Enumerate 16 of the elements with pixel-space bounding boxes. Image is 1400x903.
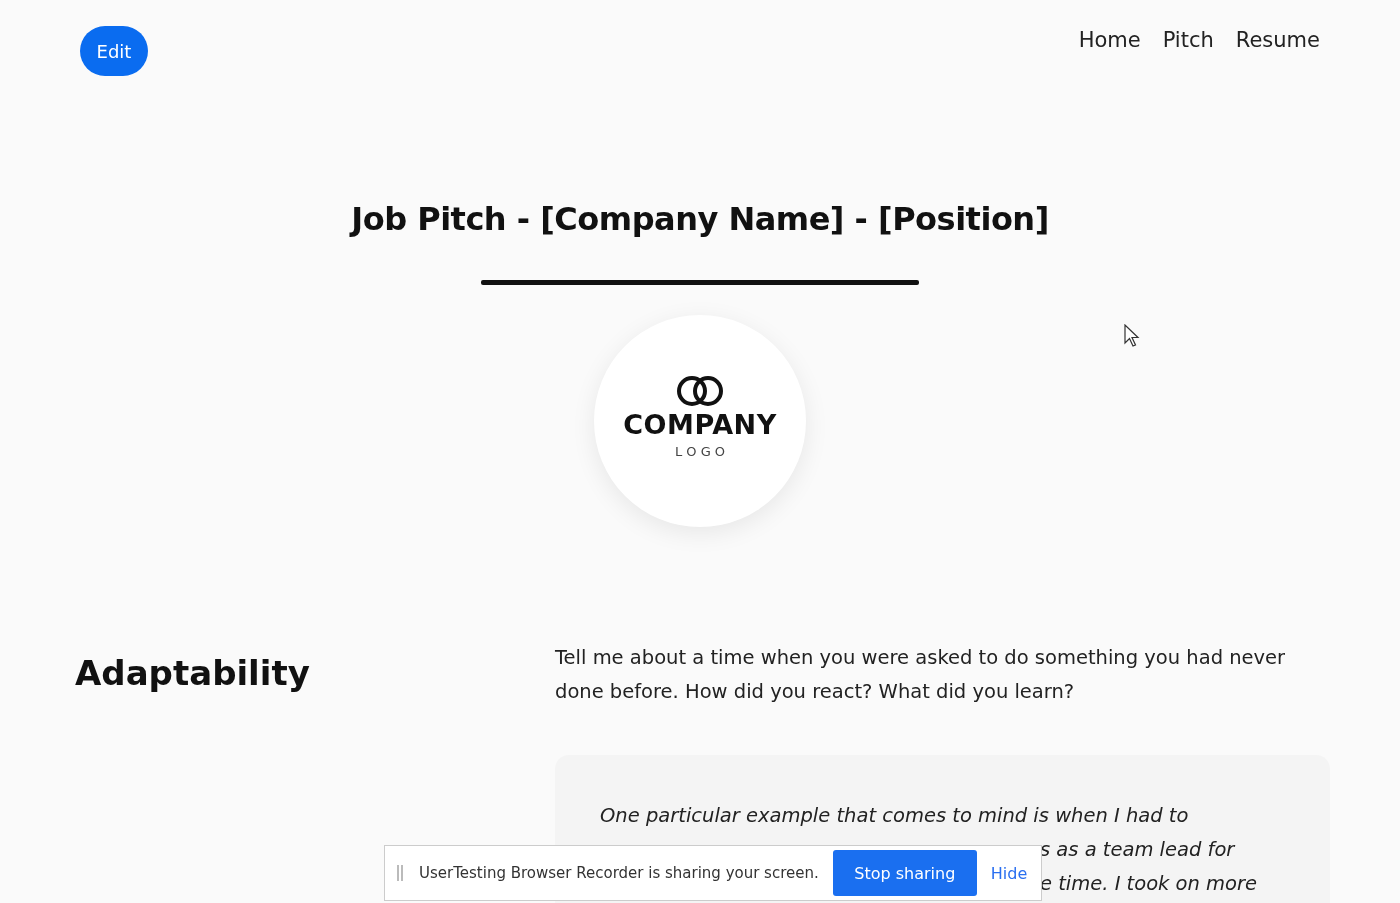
nav-link[interactable]: Home xyxy=(1078,28,1141,52)
nav-link[interactable]: Pitch xyxy=(1162,28,1214,52)
hide-link[interactable]: Hide xyxy=(990,863,1028,883)
answer-text: One particular example that comes to mind is when I had to xyxy=(600,803,1190,829)
rings-icon xyxy=(676,375,724,407)
nav-link[interactable]: Resume xyxy=(1235,28,1320,52)
section-heading: Adaptability xyxy=(75,653,311,693)
cursor-icon xyxy=(1124,324,1142,348)
page-title: Job Pitch - [Company Name] - [Position] xyxy=(348,200,1050,238)
share-message: UserTesting Browser Recorder is sharing your screen. xyxy=(419,864,819,882)
drag-handle-icon[interactable] xyxy=(397,865,403,881)
stop-sharing-button[interactable]: Stop sharing xyxy=(832,850,977,896)
question-text: Tell me about a time when you were asked to do something you had never done before. How did you react? What did you learn? xyxy=(555,645,1287,705)
edit-button[interactable]: Edit xyxy=(80,26,148,76)
logo-tagline: L O G O xyxy=(674,444,726,459)
logo-name: COMPANY xyxy=(623,409,777,440)
